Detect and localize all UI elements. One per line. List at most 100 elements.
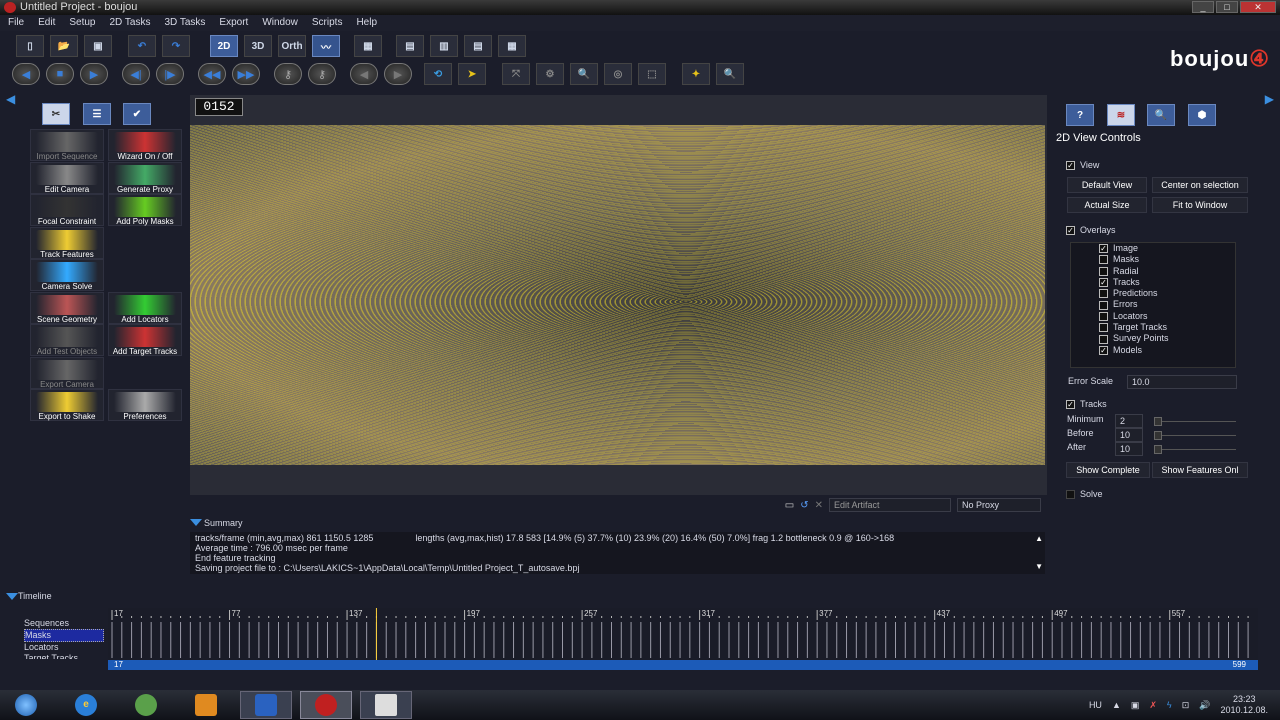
minimum-input[interactable]: 2 bbox=[1115, 414, 1143, 428]
log-scroll-down[interactable]: ▼ bbox=[1035, 562, 1043, 572]
solve-section-toggle[interactable]: Solve bbox=[1066, 489, 1103, 500]
view-3d-button[interactable]: 3D bbox=[244, 35, 272, 57]
tracked-image[interactable] bbox=[190, 125, 1045, 465]
taskbar-app-1[interactable] bbox=[240, 691, 292, 719]
messenger-icon[interactable] bbox=[120, 691, 172, 719]
menu-setup[interactable]: Setup bbox=[69, 15, 95, 31]
view-section-toggle[interactable]: ✓ View bbox=[1066, 160, 1099, 171]
menu-scripts[interactable]: Scripts bbox=[312, 15, 343, 31]
undo-icon[interactable]: ↶ bbox=[128, 35, 156, 57]
prev-key-icon[interactable]: ◀ bbox=[350, 63, 378, 85]
track-masks[interactable]: Masks bbox=[24, 629, 104, 642]
list-tab-icon[interactable]: ☰ bbox=[83, 103, 111, 125]
taskbar-boujou[interactable] bbox=[300, 691, 352, 719]
overlay-checkbox[interactable] bbox=[1099, 255, 1108, 265]
tool-focal-constraint[interactable]: Focal Constraint bbox=[30, 194, 104, 226]
cube-icon[interactable]: ⬢ bbox=[1188, 104, 1216, 126]
tool-add-locators[interactable]: Add Locators bbox=[108, 291, 182, 324]
layout-1-icon[interactable]: ▤ bbox=[396, 35, 424, 57]
grid-layout-icon[interactable]: ▦ bbox=[354, 35, 382, 57]
after-input[interactable]: 10 bbox=[1115, 442, 1143, 456]
layers-icon[interactable]: ≋ bbox=[1107, 104, 1135, 126]
tracks-icon[interactable]: ✦ bbox=[682, 63, 710, 85]
view-orth-button[interactable]: Orth bbox=[278, 35, 306, 57]
menu-help[interactable]: Help bbox=[356, 15, 377, 31]
overlay-item[interactable]: Predictions bbox=[1071, 288, 1235, 299]
camera-tool-icon[interactable]: ⚙ bbox=[536, 63, 564, 85]
save-icon[interactable]: ▣ bbox=[84, 35, 112, 57]
graph-view-icon[interactable]: 〰 bbox=[312, 35, 340, 57]
menu-file[interactable]: File bbox=[8, 15, 24, 31]
overlays-tree[interactable]: ✓ Image Masks Radial ✓ Tracks Predictions Error… bbox=[1070, 242, 1236, 368]
tool-export-to-shake[interactable]: Export to Shake bbox=[30, 389, 104, 421]
overlay-checkbox[interactable] bbox=[1099, 311, 1108, 321]
step-back-icon[interactable]: ◀| bbox=[122, 63, 150, 85]
tool-preferences[interactable]: Preferences bbox=[108, 389, 182, 421]
key-prev-icon[interactable]: ⚷ bbox=[274, 63, 302, 85]
overlay-item[interactable]: Survey Points bbox=[1071, 333, 1235, 344]
fit-to-window-button[interactable]: Fit to Window bbox=[1152, 197, 1248, 213]
menu-2d-tasks[interactable]: 2D Tasks bbox=[110, 15, 151, 31]
overlay-item[interactable]: ✓ Image bbox=[1071, 243, 1235, 254]
select-tool-icon[interactable]: ⤧ bbox=[502, 63, 530, 85]
menu-edit[interactable]: Edit bbox=[38, 15, 55, 31]
start-button[interactable] bbox=[0, 691, 52, 719]
tool-generate-proxy[interactable]: Generate Proxy bbox=[108, 161, 182, 194]
play-forward-icon[interactable]: ▶ bbox=[80, 63, 108, 85]
zoom-tool-icon[interactable]: 🔍 bbox=[570, 63, 598, 85]
track-locators[interactable]: Locators bbox=[24, 642, 108, 653]
layout-3-icon[interactable]: ▤ bbox=[464, 35, 492, 57]
refresh-icon[interactable]: ↺ bbox=[800, 500, 808, 511]
after-slider[interactable] bbox=[1154, 445, 1236, 454]
magnifier-icon[interactable]: 🔍 bbox=[1147, 104, 1175, 126]
show-features-only-button[interactable]: Show Features Onl bbox=[1152, 462, 1248, 478]
redo-icon[interactable]: ↷ bbox=[162, 35, 190, 57]
summary-header[interactable]: Summary bbox=[190, 516, 1047, 530]
next-key-icon[interactable]: ▶ bbox=[384, 63, 412, 85]
tool-camera-solve[interactable]: Camera Solve bbox=[30, 259, 104, 291]
minimize-button[interactable]: _ bbox=[1192, 1, 1214, 13]
overlay-item[interactable]: Locators bbox=[1071, 311, 1235, 322]
tool-add-poly-masks[interactable]: Add Poly Masks bbox=[108, 194, 182, 226]
tool-export-camera[interactable]: Export Camera bbox=[30, 356, 104, 389]
goto-start-icon[interactable]: ◀◀ bbox=[198, 63, 226, 85]
before-input[interactable]: 10 bbox=[1115, 428, 1143, 442]
orbit-tool-icon[interactable]: ◎ bbox=[604, 63, 632, 85]
tool-wizard-on-off[interactable]: Wizard On / Off bbox=[108, 129, 182, 161]
timeline-ruler[interactable]: 17 77 137 197 257 317 377 437 497 557 bbox=[108, 608, 1258, 660]
clock[interactable]: 23:23 2010.12.08. bbox=[1220, 694, 1268, 716]
actual-size-button[interactable]: Actual Size bbox=[1067, 197, 1147, 213]
tray-icon[interactable]: ✗ bbox=[1149, 700, 1157, 711]
tool-add-test-objects[interactable]: Add Test Objects bbox=[30, 324, 104, 356]
error-scale-input[interactable]: 10.0 bbox=[1127, 375, 1237, 389]
menu-3d-tasks[interactable]: 3D Tasks bbox=[164, 15, 205, 31]
overlay-checkbox[interactable] bbox=[1099, 323, 1108, 333]
track-sequences[interactable]: Sequences bbox=[24, 618, 108, 629]
minimum-slider[interactable] bbox=[1154, 417, 1236, 426]
before-slider[interactable] bbox=[1154, 431, 1236, 440]
tracks-section-toggle[interactable]: ✓ Tracks bbox=[1066, 399, 1107, 410]
tool-edit-camera[interactable]: Edit Camera bbox=[30, 161, 104, 194]
tool-scene-geometry[interactable]: Scene Geometry bbox=[30, 291, 104, 324]
menu-window[interactable]: Window bbox=[262, 15, 298, 31]
show-complete-button[interactable]: Show Complete bbox=[1066, 462, 1150, 478]
taskbar-app-3[interactable] bbox=[360, 691, 412, 719]
goto-end-icon[interactable]: ▶▶ bbox=[232, 63, 260, 85]
overlay-checkbox[interactable]: ✓ bbox=[1099, 278, 1108, 288]
proxy-field[interactable]: No Proxy bbox=[957, 498, 1041, 512]
search-tracks-icon[interactable]: 🔍 bbox=[716, 63, 744, 85]
help-icon[interactable]: ? bbox=[1066, 104, 1094, 126]
overlay-checkbox[interactable]: ✓ bbox=[1099, 345, 1108, 355]
open-folder-icon[interactable]: 📂 bbox=[50, 35, 78, 57]
show-hidden-icons[interactable]: ▲ bbox=[1112, 700, 1121, 710]
center-on-selection-button[interactable]: Center on selection bbox=[1152, 177, 1248, 193]
internet-explorer-icon[interactable]: e bbox=[60, 691, 112, 719]
log-output[interactable]: tracks/frame (min,avg,max) 861 1150.5 12… bbox=[190, 532, 1045, 574]
view-2d-button[interactable]: 2D bbox=[210, 35, 238, 57]
play-backward-icon[interactable]: ◀ bbox=[12, 63, 40, 85]
new-file-icon[interactable]: ▯ bbox=[16, 35, 44, 57]
tray-icon[interactable]: ϟ bbox=[1167, 700, 1172, 710]
cursor-icon[interactable]: ➤ bbox=[458, 63, 486, 85]
timeline-range-scrollbar[interactable]: 17 599 bbox=[108, 660, 1258, 670]
overlay-checkbox[interactable] bbox=[1099, 300, 1108, 310]
